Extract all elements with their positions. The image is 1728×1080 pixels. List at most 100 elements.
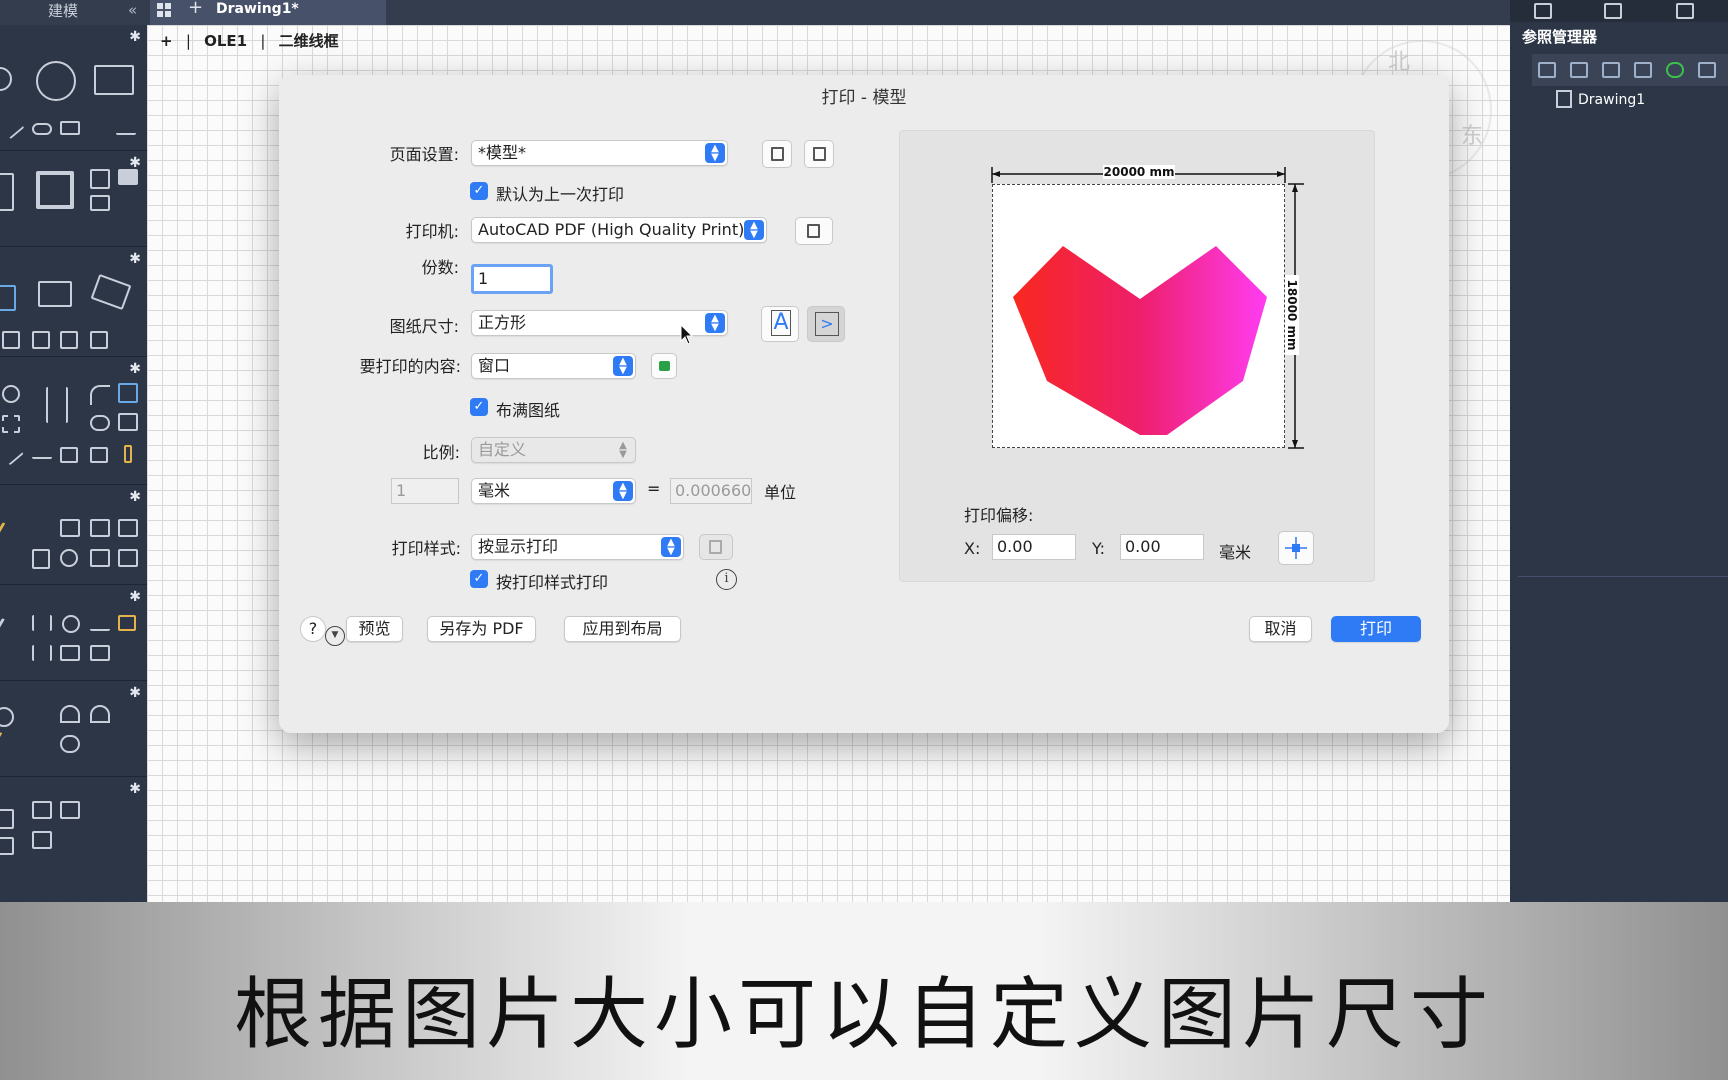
gear-icon[interactable]: ✱ [129, 781, 141, 797]
radius-dim-icon[interactable] [62, 615, 80, 633]
block-icon[interactable] [0, 285, 16, 311]
circle-icon[interactable] [36, 61, 76, 101]
spline-edit-icon[interactable] [90, 705, 110, 723]
text-a-icon[interactable] [32, 521, 50, 541]
help-button[interactable]: ? [300, 616, 326, 642]
save-as-pdf-button[interactable]: 另存为 PDF [427, 616, 536, 642]
dim-style-icon[interactable] [118, 615, 136, 631]
new-tab-icon[interactable]: + [188, 0, 203, 17]
grid-icon[interactable] [156, 2, 172, 18]
gear-icon[interactable]: ✱ [129, 489, 141, 505]
field-icon[interactable] [32, 801, 52, 819]
compass-north[interactable]: 北 [1388, 44, 1410, 76]
page-setup-select[interactable]: *模型* ▲ ▼ [471, 140, 728, 166]
offset-x-input[interactable]: 0.00 [992, 534, 1076, 560]
tag-icon[interactable] [90, 273, 132, 311]
edit-block-icon[interactable] [38, 281, 72, 307]
print-with-styles-checkbox[interactable]: ✓ [470, 570, 488, 588]
expand-options-icon[interactable]: ▼ [325, 626, 345, 646]
ellipse-icon[interactable] [32, 123, 52, 135]
pen-icon[interactable] [0, 521, 19, 551]
tree-item-drawing[interactable]: Drawing1 [1556, 90, 1645, 108]
pdf-text-icon[interactable] [118, 519, 138, 537]
attribute-sync-icon[interactable] [90, 331, 108, 349]
document-tab[interactable]: + Drawing1* [150, 0, 386, 25]
jog-dim-icon[interactable] [118, 645, 136, 661]
list-icon[interactable] [0, 837, 14, 855]
spell-check-icon[interactable] [60, 519, 80, 537]
detach-icon[interactable] [1634, 62, 1652, 78]
text-style-icon[interactable] [90, 549, 110, 567]
import-page-setup-button[interactable] [762, 140, 792, 168]
viewport-controls[interactable]: + | OLE1 | 二维线框 [160, 30, 347, 51]
info-icon[interactable]: i [716, 569, 737, 590]
printer-properties-button[interactable] [795, 217, 833, 245]
extract-icon[interactable] [32, 831, 52, 849]
region-icon[interactable] [36, 171, 74, 209]
join-icon[interactable] [32, 451, 52, 459]
viewport-plus[interactable]: + [160, 32, 173, 50]
tolerance-icon[interactable] [60, 645, 80, 661]
continue-dim-icon[interactable] [90, 645, 110, 661]
properties-icon[interactable] [1604, 3, 1622, 19]
scale-select[interactable]: 自定义 ▲ ▼ [471, 437, 636, 463]
apply-to-layout-button[interactable]: 应用到布局 [564, 616, 681, 642]
leader-icon[interactable] [0, 617, 18, 645]
bind-icon[interactable] [1698, 62, 1716, 78]
data-link-icon[interactable] [60, 801, 80, 819]
line-icon[interactable] [1, 116, 25, 140]
collapse-panel-icon[interactable]: « [128, 0, 137, 20]
plot-style-select[interactable]: 按显示打印 ▲ ▼ [471, 534, 684, 560]
stretch-icon[interactable] [2, 415, 20, 433]
open-reference-icon[interactable] [1602, 62, 1620, 78]
arc-icon[interactable] [0, 67, 12, 91]
fillet-icon[interactable] [90, 385, 110, 405]
landscape-orientation-button[interactable]: > [807, 306, 845, 342]
gear-icon[interactable]: ✱ [129, 589, 141, 605]
select-window-button[interactable] [651, 353, 677, 379]
baseline-dim-icon[interactable] [32, 645, 52, 661]
viewport-ole[interactable]: OLE1 [204, 32, 247, 50]
gradient-icon[interactable] [90, 195, 110, 211]
crop-icon[interactable] [90, 169, 110, 189]
text-edit-icon[interactable] [32, 549, 50, 569]
circle-small-icon[interactable] [0, 707, 14, 727]
preview-button[interactable]: 预览 [346, 616, 403, 642]
viewport-visual-style[interactable]: 二维线框 [279, 32, 339, 50]
rectangle-icon[interactable] [94, 65, 134, 95]
offset-icon[interactable] [90, 415, 110, 431]
pdf-import-icon[interactable] [118, 549, 138, 567]
ordinate-dim-icon[interactable] [90, 615, 110, 631]
compass-east[interactable]: 东 [1461, 118, 1483, 150]
3d-box-icon[interactable] [118, 413, 138, 431]
hatch-icon[interactable] [0, 173, 14, 211]
scissors-icon[interactable] [46, 387, 68, 423]
rotate-icon[interactable] [2, 385, 20, 403]
brush-icon[interactable] [124, 445, 132, 463]
grid-panel-icon[interactable] [1676, 3, 1694, 19]
gear-icon[interactable]: ✱ [129, 251, 141, 267]
add-vertex-icon[interactable] [32, 705, 52, 723]
center-plot-button[interactable] [1278, 531, 1314, 565]
attach-icon[interactable] [1538, 62, 1556, 78]
workspace-tab[interactable]: 建模 [0, 0, 130, 25]
what-to-print-select[interactable]: 窗口 ▲ ▼ [471, 353, 636, 379]
layers-icon[interactable] [1534, 3, 1552, 19]
page-setup-manager-button[interactable] [804, 140, 834, 168]
mtext-icon[interactable] [90, 519, 110, 537]
linear-dim-icon[interactable] [32, 615, 52, 631]
print-button[interactable]: 打印 [1331, 616, 1421, 642]
edit-reference-icon[interactable] [1570, 62, 1588, 78]
extend-icon[interactable] [2, 444, 24, 466]
cancel-button[interactable]: 取消 [1249, 616, 1312, 642]
refresh-icon[interactable] [1666, 62, 1684, 78]
gear-icon[interactable]: ✱ [129, 29, 141, 45]
edit-plot-style-button[interactable] [699, 534, 733, 560]
gear-icon[interactable]: ✱ [129, 685, 141, 701]
attribute-edit-icon[interactable] [60, 331, 78, 349]
find-text-icon[interactable] [60, 549, 78, 567]
scale-right-input[interactable]: 0.000660 [670, 478, 752, 504]
array-icon[interactable] [118, 383, 138, 403]
rectangle-small-icon[interactable] [60, 121, 80, 135]
attribute-icon[interactable] [32, 331, 50, 349]
